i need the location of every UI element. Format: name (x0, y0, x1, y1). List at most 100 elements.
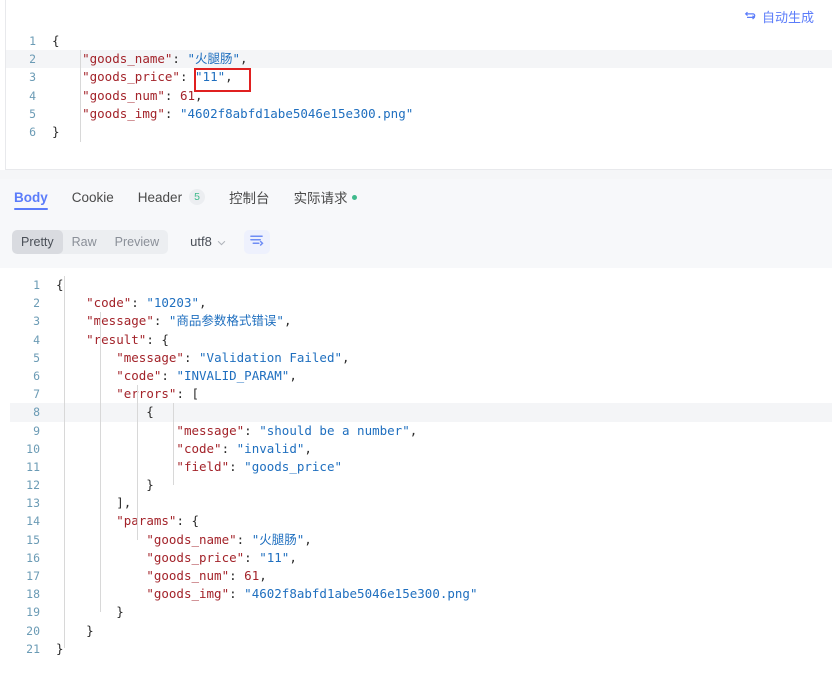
line-number: 4 (33, 332, 40, 347)
code-line-text: "code": "INVALID_PARAM", (116, 367, 297, 383)
tab-cookie[interactable]: Cookie (72, 179, 114, 215)
indent-guide (64, 276, 65, 648)
code-line-text: "goods_price": "11", (146, 549, 297, 565)
line-number: 12 (26, 478, 40, 493)
line-number: 3 (29, 70, 36, 85)
auto-generate-label: 自动生成 (761, 9, 814, 25)
line-number: 1 (29, 34, 36, 48)
line-number: 19 (26, 605, 40, 620)
code-line-text: "field": "goods_price" (176, 458, 343, 474)
code-line: 6 "code": "INVALID_PARAM", (10, 367, 832, 385)
code-line-text: "message": "商品参数格式错误", (86, 313, 292, 329)
tab-label: Header (137, 189, 183, 205)
line-number: 1 (33, 278, 40, 292)
auto-generate-button[interactable]: 自动生成 (741, 5, 816, 28)
tab-实际请求[interactable]: 实际请求 (294, 179, 357, 215)
code-line: 1{ (10, 276, 832, 294)
line-number: 16 (26, 550, 40, 565)
line-number: 21 (26, 641, 40, 656)
format-indent-icon (249, 234, 264, 250)
line-number: 7 (33, 387, 40, 402)
code-line-text: ], (56, 495, 132, 511)
code-line-text: "goods_num": 61, (82, 87, 203, 103)
tab-header[interactable]: Header 5 (137, 179, 206, 215)
response-body-panel: 1{2 "code": "10203", 3 "message": "商品参数格式… (10, 268, 832, 681)
code-line: 5 "goods_img": "4602f8abfd1abe5046e15e30… (6, 105, 832, 123)
code-line-text: "message": "should be a number", (176, 422, 418, 438)
code-line: 21} (10, 640, 832, 658)
code-line: 4 "result": { (10, 331, 832, 349)
tab-控制台[interactable]: 控制台 (229, 179, 270, 215)
code-line-text: "goods_name": "火腿肠", (146, 531, 312, 547)
code-line: 12 } (10, 476, 832, 494)
code-line: 8 { (10, 403, 832, 422)
code-line-text: "goods_price": "11", (82, 69, 233, 85)
line-number: 20 (26, 623, 40, 638)
tab-badge: 5 (189, 189, 206, 205)
tab-label: Body (14, 189, 48, 205)
encoding-selector[interactable]: utf8 (190, 234, 226, 249)
code-line: 5 "message": "Validation Failed", (10, 349, 832, 367)
code-line-text: } (52, 123, 60, 139)
format-indent-button[interactable] (243, 229, 270, 254)
code-line-text: } (56, 604, 124, 620)
code-line-text: } (56, 640, 64, 656)
tab-body[interactable]: Body (14, 179, 48, 215)
code-line: 15 "goods_name": "火腿肠", (10, 531, 832, 549)
code-line-text: "result": { (86, 331, 169, 347)
code-line: 18 "goods_img": "4602f8abfd1abe5046e15e3… (10, 585, 832, 603)
api-debug-panel: 自动生成 1{2 "goods_name": "火腿肠", 3 "goods_pr… (0, 0, 832, 681)
code-line-text: "goods_img": "4602f8abfd1abe5046e15e300.… (82, 105, 414, 121)
view-mode-preview-button[interactable]: Preview (106, 230, 168, 254)
indent-guide (137, 385, 138, 540)
code-line-text: "goods_name": "火腿肠", (82, 51, 248, 67)
view-mode-segmented-control: Pretty Raw Preview (12, 229, 169, 254)
code-line: 3 "goods_price": "11", (6, 68, 832, 86)
line-number: 5 (29, 106, 36, 121)
line-number: 10 (26, 441, 40, 456)
view-mode-pretty-button[interactable]: Pretty (12, 229, 63, 254)
code-line: 6} (6, 123, 832, 141)
code-line: 2 "goods_name": "火腿肠", (6, 50, 832, 69)
line-number: 8 (33, 405, 40, 420)
view-mode-raw-button[interactable]: Raw (63, 230, 106, 254)
line-number: 18 (26, 587, 40, 602)
response-code-viewer[interactable]: 1{2 "code": "10203", 3 "message": "商品参数格式… (10, 276, 832, 658)
code-line: 7 "errors": [ (10, 385, 832, 403)
panel-divider (0, 170, 832, 179)
response-subtoolbar: Pretty Raw Preview utf8 (0, 215, 832, 268)
line-number: 5 (33, 350, 40, 365)
code-line-text: "code": "invalid", (176, 440, 312, 456)
line-number: 17 (26, 569, 40, 583)
request-toolbar: 自动生成 (6, 0, 832, 32)
indent-guide (173, 403, 174, 485)
line-number: 9 (33, 423, 40, 438)
line-number: 6 (29, 124, 36, 139)
code-line: 3 "message": "商品参数格式错误", (10, 312, 832, 330)
indent-guide (100, 312, 101, 612)
code-line: 17 "goods_num": 61, (10, 567, 832, 585)
code-line: 9 "message": "should be a number", (10, 422, 832, 440)
code-line: 19 } (10, 603, 832, 621)
line-number: 2 (33, 296, 40, 311)
request-code-editor[interactable]: 1{2 "goods_name": "火腿肠", 3 "goods_price":… (6, 32, 832, 141)
code-line: 11 "field": "goods_price" (10, 458, 832, 476)
code-line-text: { (56, 277, 64, 292)
status-dot-icon (351, 194, 357, 200)
code-line-text: "message": "Validation Failed", (116, 349, 350, 365)
tab-label: 控制台 (229, 191, 270, 206)
code-line-text: "goods_img": "4602f8abfd1abe5046e15e300.… (146, 586, 478, 602)
line-number: 11 (26, 459, 40, 474)
code-line: 10 "code": "invalid", (10, 440, 832, 458)
sync-loop-icon (743, 9, 757, 23)
code-line-text: "goods_num": 61, (146, 568, 267, 583)
line-number: 4 (29, 88, 36, 103)
chevron-down-icon (217, 234, 226, 249)
code-line: 16 "goods_price": "11", (10, 549, 832, 567)
code-line: 2 "code": "10203", (10, 294, 832, 312)
tab-label: 实际请求 (293, 191, 348, 206)
line-number: 6 (33, 368, 40, 383)
indent-guide (80, 50, 81, 142)
code-line: 4 "goods_num": 61, (6, 87, 832, 105)
line-number: 2 (29, 52, 36, 67)
